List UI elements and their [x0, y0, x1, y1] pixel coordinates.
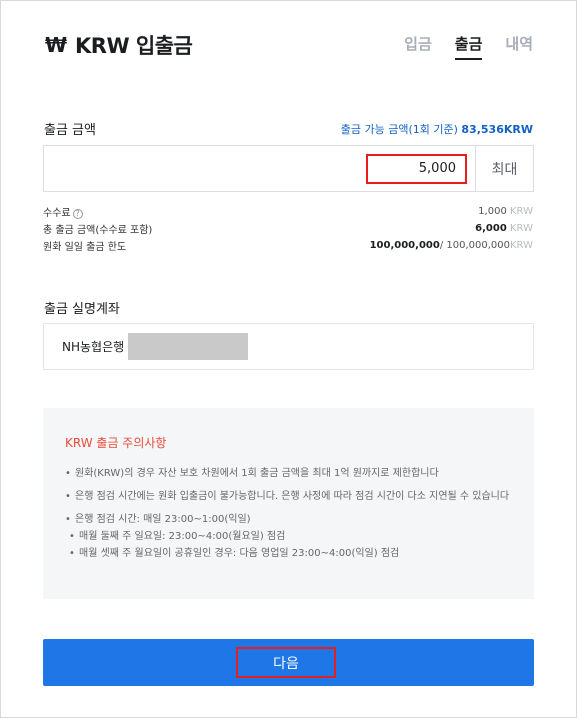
notice-title: KRW 출금 주의사항: [65, 436, 167, 450]
account-field: NH농협은행: [43, 323, 534, 370]
tab-deposit[interactable]: 입금: [404, 33, 432, 60]
available-amount: 출금 가능 금액(1회 기준) 83,536KRW: [341, 121, 533, 137]
account-number-mask: [128, 333, 249, 360]
tab-history[interactable]: 내역: [505, 33, 533, 60]
fee-row: 수수료? 1,000 KRW: [43, 203, 533, 220]
daily-limit-label: 원화 일일 출금 한도: [43, 242, 127, 253]
notice-box: KRW 출금 주의사항 원화(KRW)의 경우 자산 보호 차원에서 1회 출금…: [43, 408, 534, 599]
daily-limit-row: 원화 일일 출금 한도 100,000,000/ 100,000,000KRW: [43, 237, 533, 254]
max-button[interactable]: 최대: [475, 146, 533, 191]
amount-input-area[interactable]: 5,000: [44, 146, 475, 191]
tab-withdraw[interactable]: 출금: [454, 33, 483, 60]
account-label: 출금 실명계좌: [44, 302, 120, 317]
daily-limit-value: 100,000,000/ 100,000,000KRW: [369, 240, 533, 251]
total-row: 총 출금 금액(수수료 포함) 6,000 KRW: [43, 220, 533, 237]
next-button-label: 다음: [236, 647, 336, 678]
available-amount-unit: KRW: [503, 122, 533, 136]
notice-subitem: 매월 셋째 주 월요일이 공휴일인 경우: 다음 영업일 23:00~4:00(…: [65, 545, 512, 562]
header: ₩ KRW 입출금 입금 출금 내역: [0, 0, 577, 90]
bank-name: NH농협은행: [62, 340, 125, 354]
notice-subitem: 매월 둘째 주 일요일: 23:00~4:00(월요일) 점검: [65, 528, 512, 545]
notice-item: 원화(KRW)의 경우 자산 보호 차원에서 1회 출금 금액을 최대 1억 원…: [65, 465, 512, 482]
notice-item: 은행 점검 시간에는 원화 입출금이 불가능합니다. 은행 사정에 따라 점검 …: [65, 488, 512, 505]
tab-bar: 입금 출금 내역: [404, 33, 533, 60]
notice-item: 은행 점검 시간: 매일 23:00~1:00(익일): [65, 511, 512, 528]
amount-field: 5,000 최대: [43, 145, 534, 192]
next-button[interactable]: 다음: [43, 639, 534, 686]
fee-value: 1,000 KRW: [478, 206, 533, 217]
available-amount-label: 출금 가능 금액(1회 기준): [340, 122, 458, 136]
amount-input[interactable]: 5,000: [366, 154, 467, 184]
help-icon[interactable]: ?: [72, 209, 83, 219]
amount-label: 출금 금액: [44, 123, 96, 138]
page-title: ₩ KRW 입출금: [45, 30, 193, 60]
won-currency-icon: ₩: [45, 33, 67, 57]
page-title-text: KRW 입출금: [75, 34, 193, 58]
fee-summary: 수수료? 1,000 KRW 총 출금 금액(수수료 포함) 6,000 KRW…: [43, 203, 533, 254]
available-amount-value: 83,536: [461, 122, 504, 136]
amount-label-row: 출금 금액 출금 가능 금액(1회 기준) 83,536KRW: [44, 119, 533, 139]
fee-label: 수수료?: [43, 204, 83, 219]
total-label: 총 출금 금액(수수료 포함): [43, 225, 153, 236]
total-value: 6,000 KRW: [475, 223, 533, 234]
